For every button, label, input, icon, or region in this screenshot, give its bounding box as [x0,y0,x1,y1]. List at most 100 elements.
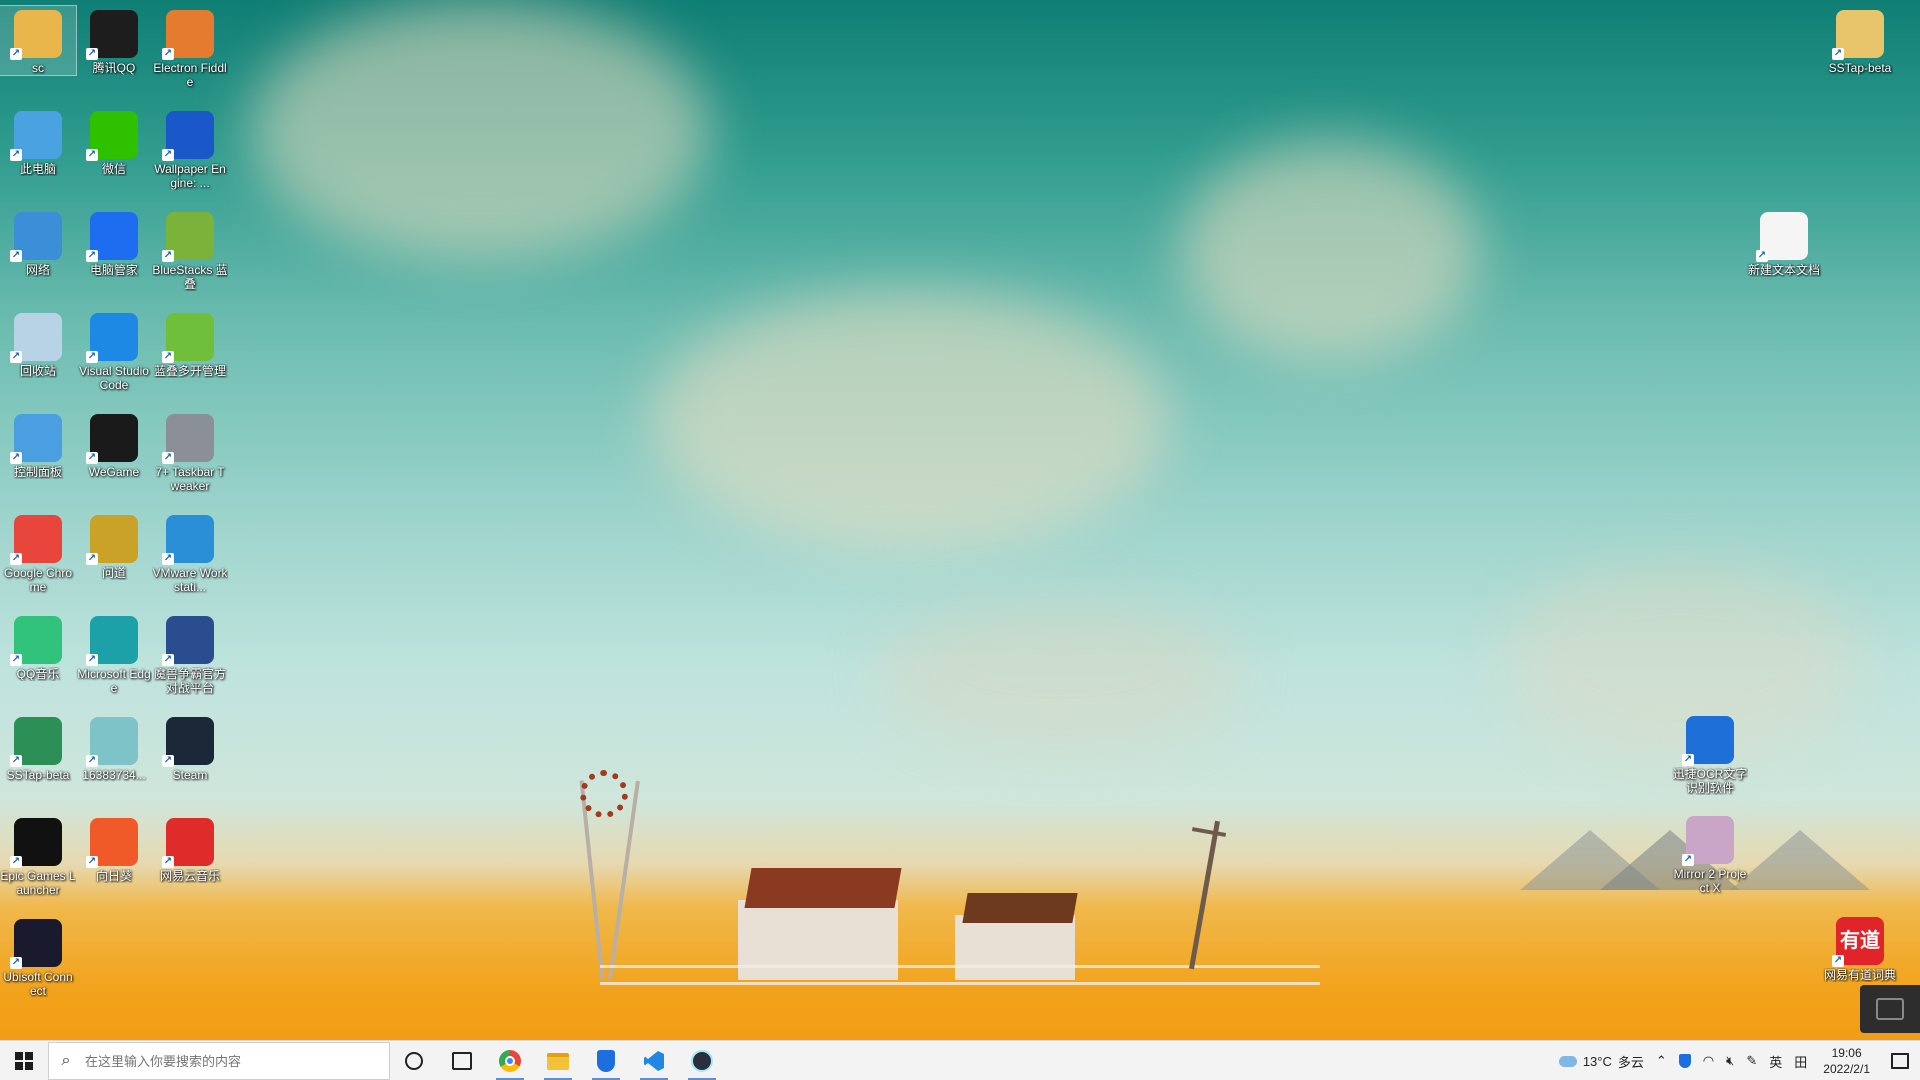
taskbar-electron[interactable] [678,1041,726,1080]
speaker-muted-icon: 🔇︎ [1726,1053,1735,1068]
desktop-icon-chrome[interactable]: ↗ Google Chrome [0,511,76,594]
desktop-icon-electron-fiddle[interactable]: ↗ Electron Fiddle [152,6,228,89]
vmware-icon: ↗ [162,515,214,565]
floating-widget[interactable] [1860,985,1920,1033]
desktop-icon-steam[interactable]: ↗ Steam [152,713,228,782]
desktop-icon-label: 电脑管家 [89,263,138,277]
ubisoft-icon: ↗ [10,919,62,969]
desktop-icon-qq-music[interactable]: ↗ QQ音乐 [0,612,76,681]
cortana-icon [405,1052,423,1070]
desktop-icon-network[interactable]: ↗ 网络 [0,208,76,277]
taskbar-file-explorer[interactable] [534,1041,582,1080]
desktop-icon-recycle-bin[interactable]: ↗ 回收站 [0,309,76,378]
shortcut-arrow-icon: ↗ [10,553,22,565]
desktop-icon-label: BlueStacks 蓝叠 [152,263,228,291]
shortcut-arrow-icon: ↗ [10,250,22,262]
desktop-icon-pc-manager[interactable]: ↗ 电脑管家 [76,208,152,277]
desktop-icon-epic-games[interactable]: ↗ Epic Games Launcher [0,814,76,897]
desktop-icon-netease-music[interactable]: ↗ 网易云音乐 [152,814,228,883]
desktop-icon-wechat[interactable]: ↗ 微信 [76,107,152,176]
shortcut-arrow-icon: ↗ [162,856,174,868]
taskbar-chrome[interactable] [486,1041,534,1080]
desktop-icon-ubisoft[interactable]: ↗ Ubisoft Connect [0,915,76,998]
desktop-icon-taskbar-tweaker[interactable]: ↗ 7+ Taskbar Tweaker [152,410,228,493]
desktop-icon-wallpaper-engine[interactable]: ↗ Wallpaper Engine: ... [152,107,228,190]
desktop-icon-mirror2[interactable]: ↗ Mirror 2 Project X [1672,812,1748,895]
desktop-icon-edge[interactable]: ↗ Microsoft Edge [76,612,152,695]
desktop-icon-folder[interactable]: ↗ SSTap-beta [1822,6,1898,75]
steam-icon: ↗ [162,717,214,767]
desktop-icon-label: SSTap-beta [1828,61,1892,75]
desktop-icon-label: SSTap-beta [6,768,70,782]
cortana-button[interactable] [390,1041,438,1080]
qq-penguin-icon: ↗ [86,10,138,60]
edge-icon: ↗ [86,616,138,666]
wallpaper-engine-icon: ↗ [162,111,214,161]
desktop-icon-wegame[interactable]: ↗ WeGame [76,410,152,479]
computer-icon: ↗ [10,111,62,161]
desktop-icon-control-panel[interactable]: ↗ 控制面板 [0,410,76,479]
folder-icon: ↗ [1832,10,1884,60]
desktop-icon-label: QQ音乐 [16,667,60,681]
weather-condition: 多云 [1617,1054,1644,1070]
shortcut-arrow-icon: ↗ [10,755,22,767]
desktop-icon-text-document[interactable]: ↗ 新建文本文档 [1746,208,1822,277]
pen-icon: ✎ [1746,1053,1758,1068]
control-panel-icon: ↗ [10,414,62,464]
desktop-icon-label: Mirror 2 Project X [1673,867,1747,895]
desktop-icon-label: Microsoft Edge [77,667,151,695]
shortcut-arrow-icon: ↗ [162,250,174,262]
desktop-icon-vmware[interactable]: ↗ VMware Workstati... [152,511,228,594]
tray-keyboard[interactable]: 田 [1788,1052,1813,1071]
desktop-icon-vscode[interactable]: ↗ Visual Studio Code [76,309,152,392]
shortcut-arrow-icon: ↗ [86,755,98,767]
start-button[interactable] [0,1041,48,1080]
desktop-icon-youdao[interactable]: 有道 ↗ 网易有道词典 [1822,913,1898,982]
taskbar-clock[interactable]: 19:06 2022/2/1 [1813,1045,1880,1077]
desktop-icon-sunlogin[interactable]: ↗ 向日葵 [76,814,152,883]
shortcut-arrow-icon: ↗ [162,654,174,666]
desktop-icon-folder-user[interactable]: ↗ sc [0,5,77,76]
desktop-icon-bluestacks-multi[interactable]: ↗ 蓝叠多开管理 [152,309,228,378]
desktop-icon-sstap[interactable]: ↗ SSTap-beta [0,713,76,782]
shortcut-arrow-icon: ↗ [162,452,174,464]
desktop-icon-label: 网易云音乐 [159,869,220,883]
tray-overflow-button[interactable]: ⌃ [1650,1053,1673,1069]
shortcut-arrow-icon: ↗ [162,553,174,565]
qq-music-icon: ↗ [10,616,62,666]
desktop-icon-label: 迅捷OCR文字识别软件 [1672,767,1748,795]
tray-ime[interactable]: 英 [1763,1052,1788,1071]
action-center-button[interactable] [1880,1041,1920,1080]
desktop-icon-label: 网易有道词典 [1823,968,1896,982]
vscode-icon [644,1051,664,1071]
task-view-button[interactable] [438,1041,486,1080]
desktop-icon-wendao[interactable]: ↗ 问道 [76,511,152,580]
tray-network[interactable]: ◠ [1697,1053,1720,1069]
tray-pen[interactable]: ✎ [1740,1053,1763,1069]
taskbar-security[interactable] [582,1041,630,1080]
desktop-icon-bluestacks[interactable]: ↗ BlueStacks 蓝叠 [152,208,228,291]
desktop-icon-label: Wallpaper Engine: ... [154,162,226,190]
desktop-icon-computer[interactable]: ↗ 此电脑 [0,107,76,176]
desktop-icon-label: WeGame [88,465,140,479]
tray-volume[interactable]: 🔇︎ [1720,1053,1740,1069]
weather-widget[interactable]: 13°C 多云 [1553,1052,1650,1071]
desktop-icon-label: 腾讯QQ [92,61,136,75]
vscode-icon: ↗ [86,313,138,363]
desktop-icon-label: sc [32,61,44,75]
shortcut-arrow-icon: ↗ [10,957,22,969]
desktop-icon-warcraft-platform[interactable]: ↗ 魔兽争霸官方对战平台 [152,612,228,695]
tray-security[interactable] [1673,1054,1697,1068]
shortcut-arrow-icon: ↗ [1832,955,1844,967]
desktop-icon-image-file[interactable]: ↗ 16383734... [76,713,152,782]
desktop-icon-label: 魔兽争霸官方对战平台 [153,667,226,695]
taskbar-search-box[interactable]: ⌕ [48,1042,390,1080]
shortcut-arrow-icon: ↗ [86,553,98,565]
desktop-icon-qq-penguin[interactable]: ↗ 腾讯QQ [76,6,152,75]
shield-icon [1678,1054,1691,1068]
file-explorer-icon [547,1052,569,1070]
taskbar-vscode[interactable] [630,1041,678,1080]
search-input[interactable] [83,1052,367,1070]
desktop-wallpaper [0,0,1920,1080]
desktop-icon-ocr[interactable]: ↗ 迅捷OCR文字识别软件 [1672,712,1748,795]
